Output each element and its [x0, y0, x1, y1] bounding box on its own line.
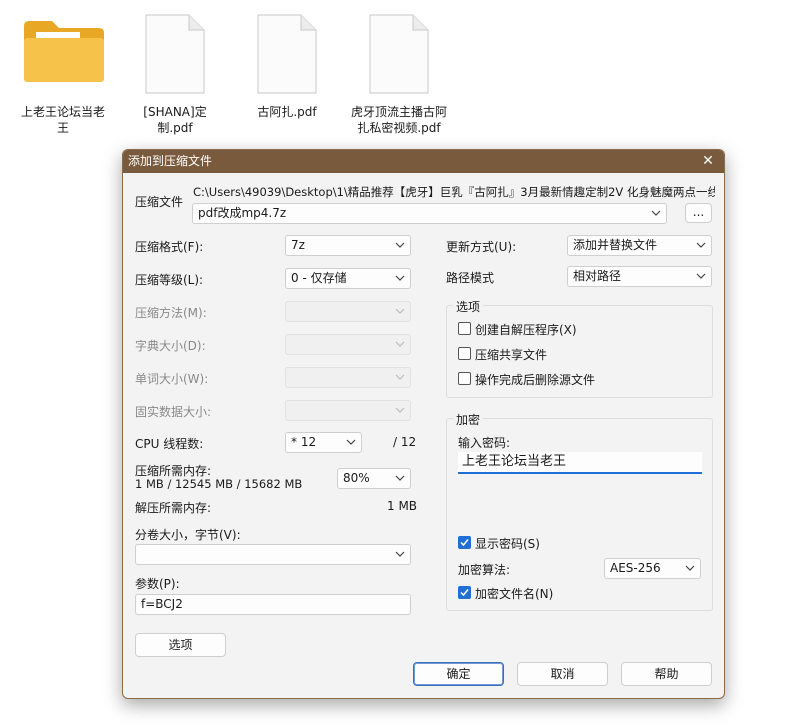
options-group-title: 选项 — [453, 298, 484, 315]
format-label: 压缩格式(F): — [135, 240, 204, 254]
delete-checkbox[interactable] — [458, 372, 471, 385]
cpu-label: CPU 线程数: — [135, 437, 204, 451]
enc-method-label: 加密算法: — [458, 563, 511, 577]
password-value: 上老王论坛当老王 — [462, 454, 567, 469]
level-value: 0 - 仅存储 — [291, 271, 347, 285]
cancel-button[interactable]: 取消 — [517, 662, 608, 686]
options-button[interactable]: 选项 — [135, 633, 226, 657]
solid-select[interactable] — [285, 400, 411, 421]
pdf-file-icon — [257, 14, 317, 94]
cpu-value: * 12 — [291, 435, 317, 449]
encrypt-names-checkbox[interactable] — [458, 586, 471, 599]
chevron-down-icon — [650, 204, 662, 223]
pdf-file-icon — [369, 14, 429, 94]
method-label: 压缩方法(M): — [135, 306, 207, 320]
desktop-file-label: 虎牙顶流主播古阿扎私密视频.pdf — [350, 105, 447, 135]
chevron-down-icon — [394, 368, 406, 387]
chevron-down-icon — [394, 335, 406, 354]
update-select[interactable]: 添加并替换文件 — [567, 235, 712, 256]
desktop-file-label: [SHANA]定制.pdf — [143, 105, 207, 135]
ok-button[interactable]: 确定 — [413, 662, 504, 686]
encryption-group-title: 加密 — [453, 411, 484, 428]
level-select[interactable]: 0 - 仅存储 — [285, 268, 411, 289]
chevron-down-icon — [695, 236, 707, 255]
params-value: f=BCJ2 — [141, 597, 183, 611]
show-password-checkbox[interactable] — [458, 536, 471, 549]
format-select[interactable]: 7z — [285, 235, 411, 256]
archive-path: C:\Users\49039\Desktop\1\精品推荐【虎牙】巨乳『古阿扎』… — [193, 185, 715, 199]
word-label: 单词大小(W): — [135, 372, 209, 386]
archive-label: 压缩文件 — [135, 195, 184, 209]
level-label: 压缩等级(L): — [135, 273, 204, 287]
desktop-file-label: 古阿扎.pdf — [257, 105, 317, 119]
method-select[interactable] — [285, 301, 411, 322]
add-to-archive-dialog: 添加到压缩文件 ✕ 压缩文件 C:\Users\49039\Desktop\1\… — [122, 149, 725, 699]
chevron-down-icon — [394, 269, 406, 288]
password-label: 输入密码: — [458, 436, 511, 450]
cpu-max: / 12 — [393, 435, 417, 449]
chevron-down-icon — [394, 236, 406, 255]
enc-method-select[interactable]: AES-256 — [604, 558, 701, 579]
chevron-down-icon — [394, 401, 406, 420]
params-input[interactable]: f=BCJ2 — [135, 594, 411, 615]
params-label: 参数(P): — [135, 577, 180, 591]
mem-percent-value: 80% — [343, 471, 370, 485]
mem-percent-select[interactable]: 80% — [337, 468, 411, 489]
path-mode-select[interactable]: 相对路径 — [567, 266, 712, 287]
sfx-checkbox[interactable] — [458, 322, 471, 335]
pdf-file-icon — [145, 14, 205, 94]
cpu-select[interactable]: * 12 — [285, 432, 362, 453]
delete-label: 操作完成后删除源文件 — [475, 373, 596, 387]
enc-method-value: AES-256 — [610, 561, 661, 575]
dict-select[interactable] — [285, 334, 411, 355]
shared-label: 压缩共享文件 — [475, 348, 548, 362]
shared-checkbox[interactable] — [458, 347, 471, 360]
dialog-titlebar: 添加到压缩文件 ✕ — [123, 150, 724, 173]
archive-name-value: pdf改成mp4.7z — [198, 206, 287, 220]
chevron-down-icon — [695, 267, 707, 286]
chevron-down-icon — [394, 469, 406, 488]
chevron-down-icon — [394, 545, 406, 564]
update-label: 更新方式(U): — [446, 240, 517, 254]
encrypt-names-label: 加密文件名(N) — [475, 587, 554, 601]
solid-label: 固实数据大小: — [135, 405, 212, 419]
browse-button[interactable]: ... — [685, 203, 712, 223]
folder-icon — [22, 18, 106, 84]
split-combobox[interactable] — [135, 544, 411, 565]
show-password-label: 显示密码(S) — [475, 537, 540, 551]
chevron-down-icon — [394, 302, 406, 321]
sfx-label: 创建自解压程序(X) — [475, 323, 577, 337]
help-button[interactable]: 帮助 — [621, 662, 712, 686]
decomp-label: 解压所需内存: — [135, 501, 212, 515]
path-mode-value: 相对路径 — [573, 269, 622, 283]
mem-detail: 1 MB / 12545 MB / 15682 MB — [135, 477, 303, 491]
desktop-folder-label: 上老王论坛当老王 — [20, 105, 105, 135]
path-mode-label: 路径模式 — [446, 271, 495, 285]
archive-name-combobox[interactable]: pdf改成mp4.7z — [192, 203, 667, 224]
dialog-title: 添加到压缩文件 — [128, 154, 213, 168]
update-value: 添加并替换文件 — [573, 238, 658, 252]
close-icon[interactable]: ✕ — [700, 150, 716, 173]
chevron-down-icon — [345, 433, 357, 452]
decomp-value: 1 MB — [387, 499, 418, 513]
password-input[interactable]: 上老王论坛当老王 — [458, 452, 702, 474]
word-select[interactable] — [285, 367, 411, 388]
chevron-down-icon — [684, 559, 696, 578]
split-label: 分卷大小，字节(V): — [135, 528, 241, 542]
dict-label: 字典大小(D): — [135, 339, 206, 353]
format-value: 7z — [291, 238, 305, 252]
